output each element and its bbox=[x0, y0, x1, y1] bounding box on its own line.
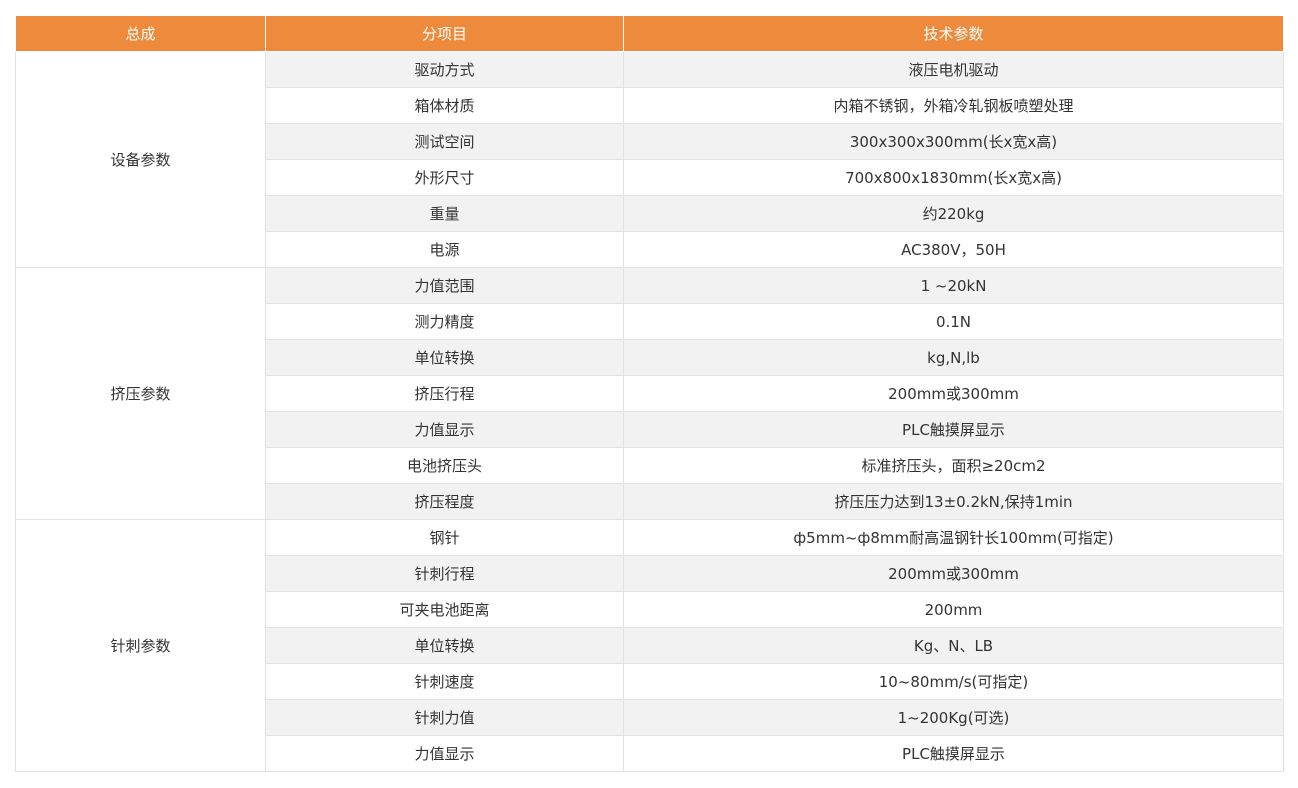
table-row: 挤压参数 力值范围 1 ~20kN bbox=[15, 267, 1284, 520]
subitem-cell: 测试空间 bbox=[265, 123, 624, 160]
value-cell: 200mm bbox=[623, 591, 1284, 628]
subitem-cell: 力值显示 bbox=[265, 735, 624, 772]
subitem-cell: 针刺速度 bbox=[265, 663, 624, 700]
value-cell: Kg、N、LB bbox=[623, 627, 1284, 664]
value-cell: 300x300x300mm(长x宽x高) bbox=[623, 123, 1284, 160]
subitem-cell: 针刺力值 bbox=[265, 699, 624, 736]
header-assembly: 总成 bbox=[15, 15, 266, 52]
subitem-cell: 可夹电池距离 bbox=[265, 591, 624, 628]
value-cell: PLC触摸屏显示 bbox=[623, 411, 1284, 448]
subitem-cell: 针刺行程 bbox=[265, 555, 624, 592]
value-cell: 约220kg bbox=[623, 195, 1284, 232]
value-cell: 标准挤压头，面积≥20cm2 bbox=[623, 447, 1284, 484]
subitem-cell: 驱动方式 bbox=[265, 51, 624, 88]
header-subitem: 分项目 bbox=[265, 15, 624, 52]
group-name-cell: 挤压参数 bbox=[15, 267, 266, 520]
spec-table-container: 总成 分项目 技术参数 设备参数 驱动方式 液压电机驱动 箱体材质 内箱不锈钢，外箱冷轧… bbox=[15, 15, 1284, 772]
value-cell: 1 ~20kN bbox=[623, 267, 1284, 304]
value-cell: PLC触摸屏显示 bbox=[623, 735, 1284, 772]
subitem-cell: 箱体材质 bbox=[265, 87, 624, 124]
header-row: 总成 分项目 技术参数 bbox=[15, 15, 1284, 52]
group-name-cell: 设备参数 bbox=[15, 51, 266, 268]
value-cell: 10~80mm/s(可指定) bbox=[623, 663, 1284, 700]
value-cell: 200mm或300mm bbox=[623, 555, 1284, 592]
subitem-cell: 重量 bbox=[265, 195, 624, 232]
subitem-cell: 单位转换 bbox=[265, 339, 624, 376]
value-cell: ф5mm~ф8mm耐高温钢针长100mm(可指定) bbox=[623, 519, 1284, 556]
value-cell: 1~200Kg(可选) bbox=[623, 699, 1284, 736]
subitem-cell: 外形尺寸 bbox=[265, 159, 624, 196]
subitem-cell: 钢针 bbox=[265, 519, 624, 556]
value-cell: 200mm或300mm bbox=[623, 375, 1284, 412]
value-cell: 挤压压力达到13±0.2kN,保持1min bbox=[623, 483, 1284, 520]
header-tech-params: 技术参数 bbox=[623, 15, 1284, 52]
value-cell: 0.1N bbox=[623, 303, 1284, 340]
subitem-cell: 单位转换 bbox=[265, 627, 624, 664]
subitem-cell: 力值范围 bbox=[265, 267, 624, 304]
value-cell: kg,N,lb bbox=[623, 339, 1284, 376]
subitem-cell: 挤压行程 bbox=[265, 375, 624, 412]
subitem-cell: 测力精度 bbox=[265, 303, 624, 340]
spec-table: 总成 分项目 技术参数 设备参数 驱动方式 液压电机驱动 箱体材质 内箱不锈钢，外箱冷轧… bbox=[15, 15, 1284, 772]
value-cell: 700x800x1830mm(长x宽x高) bbox=[623, 159, 1284, 196]
value-cell: 内箱不锈钢，外箱冷轧钢板喷塑处理 bbox=[623, 87, 1284, 124]
subitem-cell: 力值显示 bbox=[265, 411, 624, 448]
subitem-cell: 电池挤压头 bbox=[265, 447, 624, 484]
subitem-cell: 电源 bbox=[265, 231, 624, 268]
spec-table-header: 总成 分项目 技术参数 bbox=[15, 15, 1284, 52]
group-name-cell: 针刺参数 bbox=[15, 519, 266, 772]
table-row: 设备参数 驱动方式 液压电机驱动 bbox=[15, 51, 1284, 268]
subitem-cell: 挤压程度 bbox=[265, 483, 624, 520]
table-row: 针刺参数 钢针 ф5mm~ф8mm耐高温钢针长100mm(可指定) bbox=[15, 519, 1284, 772]
value-cell: 液压电机驱动 bbox=[623, 51, 1284, 88]
value-cell: AC380V，50H bbox=[623, 231, 1284, 268]
spec-table-body: 设备参数 驱动方式 液压电机驱动 箱体材质 内箱不锈钢，外箱冷轧钢板喷塑处理 测试空间 30… bbox=[15, 51, 1284, 772]
